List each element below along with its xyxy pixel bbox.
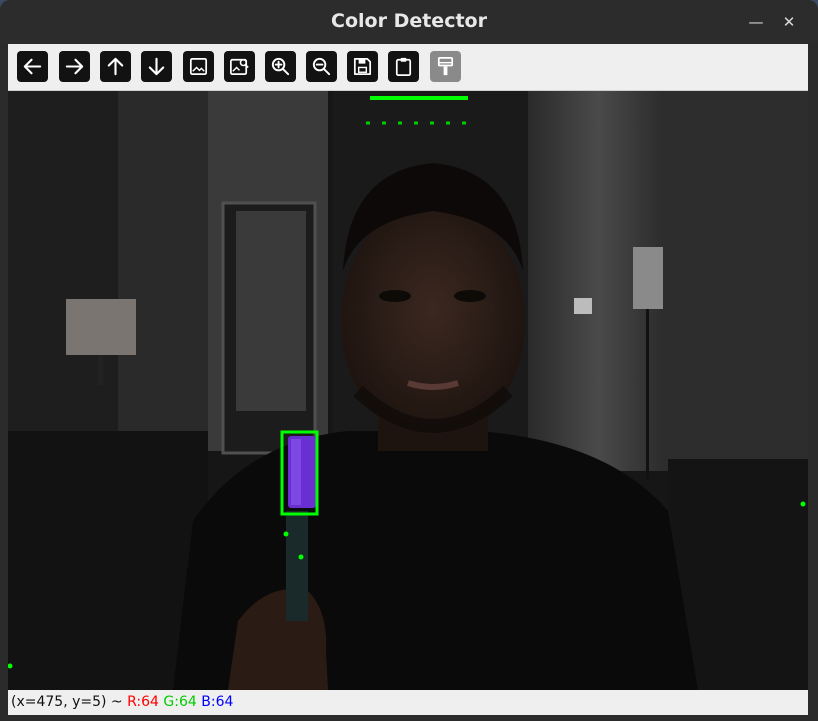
wall-far-right	[663, 91, 808, 471]
status-text: (x=475, y=5) ~ R:64 G:64 B:64	[11, 690, 233, 715]
red-value: R:64	[127, 694, 159, 710]
status-bar: (x=475, y=5) ~ R:64 G:64 B:64	[8, 690, 808, 715]
zoom-in-button[interactable]	[265, 51, 296, 82]
minimize-icon: —	[748, 13, 764, 31]
copy-clipboard-button[interactable]	[388, 51, 419, 82]
mirror-reflection	[236, 211, 306, 411]
arrow-up-icon	[107, 57, 124, 76]
image-search-icon	[230, 58, 249, 76]
app-window: Color Detector — ✕ (x=475, y=5) ~ R:64 G…	[0, 0, 818, 721]
zoom-in-icon	[271, 57, 290, 76]
detection-dot	[283, 531, 289, 537]
left-wall	[8, 91, 118, 451]
pan-right-button[interactable]	[59, 51, 90, 82]
titlebar[interactable]: Color Detector — ✕	[0, 0, 818, 44]
arrow-down-icon	[148, 57, 165, 76]
zoom-out-button[interactable]	[306, 51, 337, 82]
detection-dot	[298, 554, 304, 560]
cursor-coords: (x=475, y=5) ~	[11, 694, 128, 710]
window-title: Color Detector	[331, 10, 487, 32]
camera-frame	[8, 91, 808, 690]
floor-lamp-shade	[633, 247, 663, 309]
eye-right	[454, 290, 486, 302]
table-lamp-base	[98, 355, 103, 385]
save-button[interactable]	[347, 51, 378, 82]
image-icon	[189, 57, 208, 76]
marker-body	[286, 511, 308, 621]
minimize-button[interactable]: —	[745, 11, 767, 33]
pan-up-button[interactable]	[100, 51, 131, 82]
floor-lamp-pole	[646, 309, 649, 479]
paint-roller-icon	[437, 57, 454, 76]
close-icon: ✕	[782, 13, 796, 31]
close-button[interactable]: ✕	[778, 11, 800, 33]
save-icon	[353, 57, 372, 76]
green-value: G:64	[163, 694, 197, 710]
light-switch	[574, 298, 592, 314]
eye-left	[379, 290, 411, 302]
zoom-fit-button[interactable]	[183, 51, 214, 82]
clipboard-icon	[395, 57, 412, 76]
properties-button[interactable]	[430, 51, 461, 82]
toolbar	[8, 44, 808, 91]
detection-dot	[800, 501, 806, 507]
camera-view[interactable]	[8, 91, 808, 690]
pan-left-button[interactable]	[17, 51, 48, 82]
table-lamp-shade	[66, 299, 136, 355]
pan-down-button[interactable]	[141, 51, 172, 82]
arrow-right-icon	[65, 58, 84, 75]
zoom-out-icon	[312, 57, 331, 76]
purple-highlight	[291, 439, 301, 505]
arrow-left-icon	[23, 58, 42, 75]
blue-value: B:64	[201, 694, 234, 710]
zoom-original-button[interactable]	[224, 51, 255, 82]
curtain	[118, 91, 208, 451]
